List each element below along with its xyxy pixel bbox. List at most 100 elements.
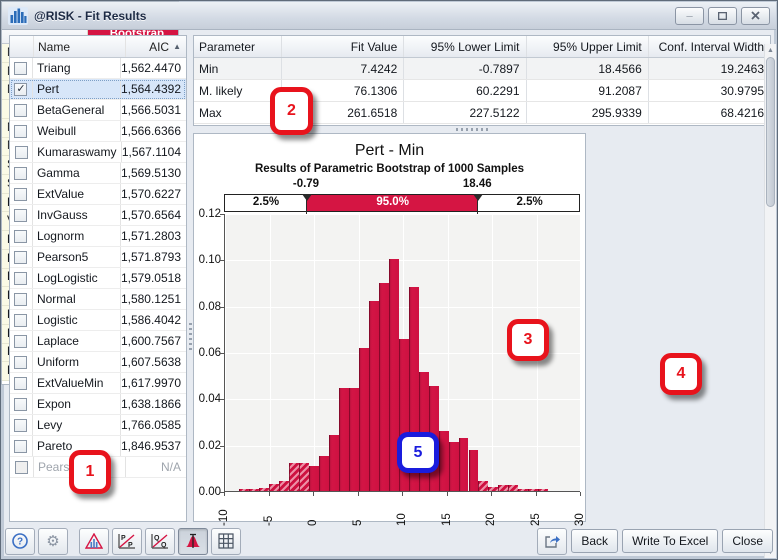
distribution-row[interactable]: Logistic1,586.4042 [10, 310, 186, 331]
distribution-list-header[interactable]: Name AIC ▲ [10, 36, 186, 58]
band-delimiter-marker[interactable] [302, 194, 312, 201]
histogram-bar [369, 301, 379, 491]
settings-button[interactable]: ⚙ [38, 528, 68, 555]
data-grid-button[interactable] [211, 528, 241, 555]
distribution-row[interactable]: Levy1,766.0585 [10, 415, 186, 436]
scrollbar-thumb[interactable] [766, 57, 775, 207]
probability-band[interactable]: 2.5%95.0%2.5% [224, 194, 580, 212]
distribution-name[interactable]: Normal [33, 289, 121, 309]
distribution-checkbox[interactable] [14, 125, 27, 138]
distribution-name[interactable]: Pearson5 [33, 247, 121, 267]
distribution-row[interactable]: ✓ Pert1,564.4392 [10, 79, 186, 100]
distribution-name[interactable]: Laplace [33, 331, 121, 351]
distribution-name[interactable]: ExtValue [33, 184, 121, 204]
distribution-name[interactable]: Triang [33, 58, 121, 78]
maximize-button[interactable] [708, 7, 737, 25]
distribution-checkbox[interactable] [14, 230, 27, 243]
distribution-name[interactable]: Weibull [33, 121, 121, 141]
name-column-header[interactable]: Name [34, 36, 126, 57]
distribution-row[interactable]: InvGauss1,570.6564 [10, 205, 186, 226]
distribution-aic-value: 1,564.4392 [121, 82, 186, 96]
close-window-button[interactable] [741, 7, 770, 25]
distribution-checkbox[interactable] [14, 377, 27, 390]
distribution-name[interactable]: Uniform [33, 352, 121, 372]
callout-badge-3: 3 [507, 319, 549, 361]
distribution-row[interactable]: BetaGeneral1,566.5031 [10, 100, 186, 121]
distribution-checkbox[interactable] [14, 209, 27, 222]
distribution-row[interactable]: Uniform1,607.5638 [10, 352, 186, 373]
distribution-row[interactable]: ExtValueMin1,617.9970 [10, 373, 186, 394]
distribution-aic-value: 1,566.5031 [121, 103, 186, 117]
histogram-bar [528, 489, 538, 491]
param-column-header: Conf. Interval Width [649, 36, 770, 57]
pp-plot-button[interactable]: P P [112, 528, 142, 555]
distribution-checkbox[interactable] [14, 440, 27, 453]
distribution-checkbox[interactable] [14, 104, 27, 117]
histogram-bar [239, 489, 249, 491]
distribution-name[interactable]: Levy [33, 415, 121, 435]
y-axis-tick-label: 0.06 [195, 347, 221, 359]
chart-subtitle: Results of Parametric Bootstrap of 1000 … [194, 163, 585, 175]
distribution-checkbox[interactable] [14, 167, 27, 180]
distribution-name[interactable]: InvGauss [33, 205, 121, 225]
band-delimiter-marker[interactable] [473, 194, 483, 201]
back-button[interactable]: Back [571, 529, 618, 553]
x-axis-tick-label: 30 [574, 496, 586, 526]
qq-plot-button[interactable]: Q Q [145, 528, 175, 555]
distribution-name[interactable]: Pert [33, 79, 121, 99]
distribution-row[interactable]: Kumaraswamy1,567.1104 [10, 142, 186, 163]
bootstrap-view-button[interactable] [178, 528, 208, 555]
distribution-name[interactable]: Lognorm [33, 226, 121, 246]
help-button[interactable]: ? [5, 528, 35, 555]
distribution-checkbox[interactable] [15, 146, 28, 159]
distribution-aic-value: 1,600.7567 [121, 334, 186, 348]
distribution-row[interactable]: Expon1,638.1866 [10, 394, 186, 415]
distribution-checkbox[interactable] [14, 335, 27, 348]
distribution-name[interactable]: Logistic [33, 310, 121, 330]
distribution-checkbox[interactable] [15, 461, 28, 474]
vertical-splitter-grip[interactable] [189, 323, 192, 353]
distribution-checkbox[interactable] [14, 272, 27, 285]
distribution-checkbox[interactable] [14, 419, 27, 432]
distribution-row[interactable]: Laplace1,600.7567 [10, 331, 186, 352]
distribution-checkbox[interactable] [14, 398, 27, 411]
distribution-name[interactable]: Kumaraswamy [33, 142, 122, 162]
distribution-row[interactable]: Gamma1,569.5130 [10, 163, 186, 184]
distribution-checkbox[interactable] [14, 293, 27, 306]
distribution-name[interactable]: ExtValueMin [33, 373, 121, 393]
distribution-row[interactable]: LogLogistic1,579.0518 [10, 268, 186, 289]
distribution-name[interactable]: LogLogistic [33, 268, 121, 288]
distribution-checkbox[interactable] [14, 356, 27, 369]
distribution-name[interactable]: Gamma [33, 163, 121, 183]
scroll-up-icon[interactable]: ▲ [765, 44, 776, 56]
close-button[interactable]: Close [722, 529, 773, 553]
param-name: Min [194, 58, 282, 79]
x-axis-tick-label: 5 [352, 496, 364, 526]
distribution-aic-value: 1,607.5638 [121, 355, 186, 369]
distribution-row[interactable]: Pearson51,571.8793 [10, 247, 186, 268]
minimize-button[interactable]: _ [675, 7, 704, 25]
statistics-scrollbar[interactable]: ▲ ▼ [764, 44, 776, 558]
distribution-row[interactable]: Normal1,580.1251 [10, 289, 186, 310]
histogram-bar [478, 481, 488, 491]
comparison-graph-button[interactable] [79, 528, 109, 555]
distribution-row[interactable]: Triang1,562.4470 [10, 58, 186, 79]
write-to-excel-button[interactable]: Write To Excel [622, 529, 718, 553]
distribution-checkbox[interactable] [14, 188, 27, 201]
distribution-row[interactable]: Lognorm1,571.2803 [10, 226, 186, 247]
distribution-name[interactable]: BetaGeneral [33, 100, 121, 120]
distribution-row[interactable]: Weibull1,566.6366 [10, 121, 186, 142]
distribution-row[interactable]: ExtValue1,570.6227 [10, 184, 186, 205]
distribution-checkbox[interactable] [14, 251, 27, 264]
aic-column-header[interactable]: AIC ▲ [126, 40, 186, 54]
distribution-checkbox-cell [10, 184, 33, 204]
distribution-checkbox[interactable] [14, 314, 27, 327]
y-axis-tick-label: 0.10 [195, 254, 221, 266]
y-axis-tick-label: 0.12 [195, 208, 221, 220]
distribution-name[interactable]: Expon [33, 394, 121, 414]
distribution-checkbox[interactable] [14, 62, 27, 75]
distribution-checkbox[interactable]: ✓ [14, 83, 27, 96]
export-button[interactable] [537, 528, 567, 555]
band-percent-label: 2.5% [517, 196, 543, 208]
horizontal-splitter-grip[interactable] [456, 128, 488, 131]
